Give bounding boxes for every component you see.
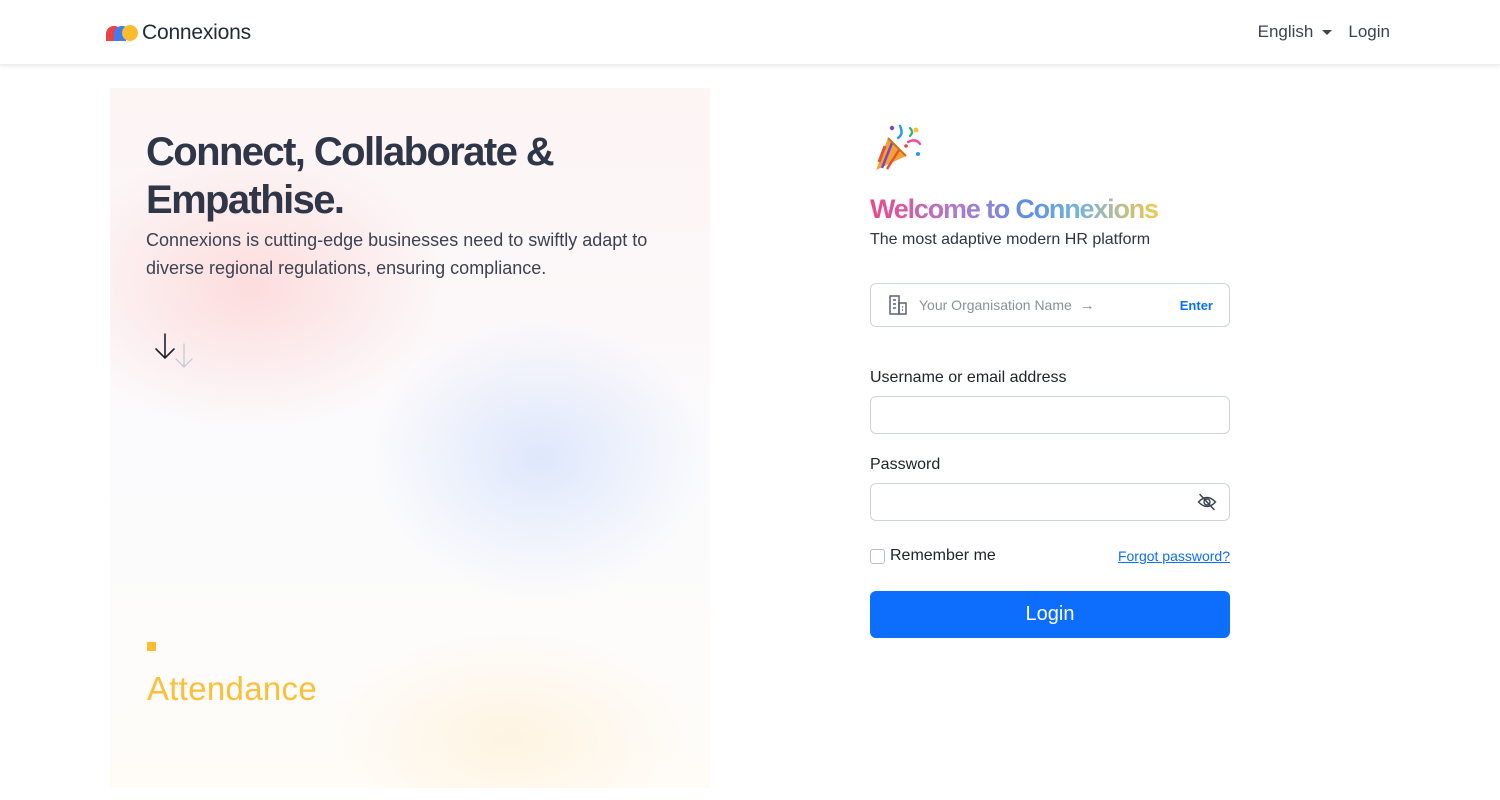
forgot-password-link[interactable]: Forgot password? bbox=[1118, 548, 1230, 564]
building-icon bbox=[889, 295, 907, 315]
feature-label: Attendance bbox=[147, 670, 317, 707]
feature-marker bbox=[147, 642, 156, 651]
arrow-down-icon[interactable] bbox=[150, 332, 200, 372]
arrow-right-icon: → bbox=[1079, 296, 1095, 314]
connexions-logo-icon bbox=[106, 25, 138, 41]
remember-row: Remember me Forgot password? bbox=[870, 547, 1230, 565]
language-dropdown[interactable]: English bbox=[1258, 22, 1333, 42]
login-button[interactable]: Login bbox=[870, 591, 1230, 638]
organisation-placeholder: Your Organisation Name → bbox=[919, 297, 1095, 314]
username-input[interactable] bbox=[870, 396, 1230, 434]
hero-description: Connexions is cutting-edge businesses ne… bbox=[146, 230, 648, 278]
remember-me[interactable]: Remember me bbox=[870, 547, 996, 565]
organisation-placeholder-text: Your Organisation Name bbox=[919, 297, 1072, 313]
hero-title: Connect, Collaborate & Empathise. bbox=[146, 130, 555, 222]
brand-name: Connexions bbox=[142, 21, 251, 44]
brand[interactable]: Connexions bbox=[106, 21, 251, 45]
remember-label: Remember me bbox=[890, 547, 996, 564]
nav-right: English Login bbox=[1258, 22, 1390, 42]
remember-checkbox[interactable] bbox=[870, 548, 885, 564]
eye-slash-icon[interactable] bbox=[1197, 493, 1217, 511]
login-form: Welcome to Connexions The most adaptive … bbox=[870, 120, 1230, 638]
language-label: English bbox=[1257, 22, 1314, 41]
caret-down-icon bbox=[1322, 30, 1333, 35]
party-popper-icon bbox=[876, 124, 922, 170]
nav-login-link[interactable]: Login bbox=[1348, 22, 1390, 42]
password-label: Password bbox=[870, 456, 941, 473]
organisation-enter-button[interactable]: Enter bbox=[1180, 298, 1213, 313]
organisation-input[interactable]: Your Organisation Name → Enter bbox=[870, 283, 1230, 327]
top-navbar: Connexions English Login bbox=[0, 0, 1500, 65]
password-input[interactable] bbox=[870, 483, 1230, 521]
hero-panel: Connect, Collaborate & Empathise. Connex… bbox=[110, 88, 710, 788]
welcome-subtitle: The most adaptive modern HR platform bbox=[870, 231, 1151, 248]
welcome-heading: Welcome to Connexions bbox=[870, 194, 1159, 224]
username-label: Username or email address bbox=[870, 369, 1067, 386]
